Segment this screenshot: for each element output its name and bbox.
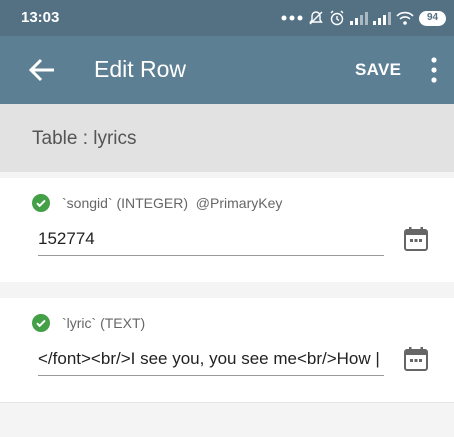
field-label-text: `songid` (INTEGER) @PrimaryKey xyxy=(62,195,283,211)
wifi-icon xyxy=(396,11,414,25)
check-circle-icon xyxy=(32,194,50,212)
row-field-lyric: `lyric` (TEXT) </font><br/>I see you, yo… xyxy=(0,298,454,402)
save-button[interactable]: SAVE xyxy=(355,60,401,80)
status-bar: 13:03 94 xyxy=(0,0,454,36)
app-bar: Edit Row SAVE xyxy=(0,36,454,104)
row-field-songid: `songid` (INTEGER) @PrimaryKey 152774 xyxy=(0,178,454,282)
page-title: Edit Row xyxy=(94,56,187,82)
status-icons: 94 xyxy=(281,7,446,29)
calendar-icon[interactable] xyxy=(403,346,429,372)
bottom-area xyxy=(0,402,454,437)
alarm-icon xyxy=(330,10,344,26)
lyric-input[interactable]: </font><br/>I see you, you see me<br/>Ho… xyxy=(38,346,384,376)
field-label: `songid` (INTEGER) @PrimaryKey xyxy=(32,194,282,212)
field-label: `lyric` (TEXT) xyxy=(32,314,145,332)
battery-icon: 94 xyxy=(419,10,446,26)
table-name: Table : lyrics xyxy=(32,128,137,149)
songid-input[interactable]: 152774 xyxy=(38,226,384,256)
signal-1-icon xyxy=(350,12,368,25)
table-header: Table : lyrics xyxy=(0,104,454,172)
calendar-icon[interactable] xyxy=(403,226,429,252)
more-notifications-icon xyxy=(281,15,303,21)
lyric-value-text: </font><br/>I see you, you see me<br/>Ho… xyxy=(38,349,380,368)
signal-2-icon xyxy=(373,12,391,25)
notifications-off-icon xyxy=(309,11,323,25)
more-vert-icon[interactable] xyxy=(426,56,442,84)
field-label-text: `lyric` (TEXT) xyxy=(62,315,146,331)
status-time: 13:03 xyxy=(21,9,60,26)
check-circle-icon xyxy=(32,314,50,332)
back-arrow-icon[interactable] xyxy=(26,54,58,86)
